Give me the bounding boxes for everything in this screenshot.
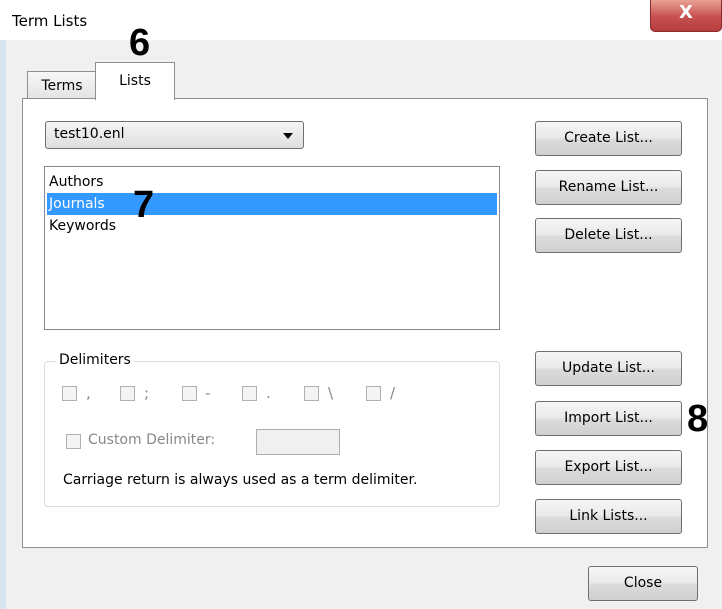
custom-delimiter-checkbox[interactable] <box>66 434 81 449</box>
delete-list-button[interactable]: Delete List... <box>535 218 682 253</box>
close-button[interactable]: Close <box>588 566 698 601</box>
export-list-button[interactable]: Export List... <box>535 450 682 485</box>
create-list-button[interactable]: Create List... <box>535 121 682 156</box>
library-dropdown-value: test10.enl <box>54 126 125 142</box>
delimiter-period-label: . <box>266 384 271 402</box>
chevron-down-icon <box>283 133 293 139</box>
delimiter-backslash-checkbox[interactable] <box>304 386 319 401</box>
callout-7: 7 <box>133 184 155 226</box>
window-title: Term Lists <box>12 12 88 30</box>
delimiter-backslash-label: \ <box>328 384 334 402</box>
rename-list-button[interactable]: Rename List... <box>535 170 682 205</box>
link-lists-button[interactable]: Link Lists... <box>535 499 682 534</box>
delimiter-period-checkbox[interactable] <box>242 386 257 401</box>
callout-6: 6 <box>129 22 151 64</box>
library-dropdown[interactable]: test10.enl <box>45 121 304 149</box>
delimiter-hyphen-label: - <box>205 384 211 402</box>
custom-delimiter-field[interactable] <box>256 429 340 455</box>
delimiter-hyphen-checkbox[interactable] <box>182 386 197 401</box>
list-item[interactable]: Authors <box>47 171 497 193</box>
delimiter-semicolon-label: ; <box>144 384 150 402</box>
term-lists-listbox[interactable]: Authors Journals Keywords <box>44 166 500 330</box>
window-close-button[interactable]: X <box>650 0 722 32</box>
delimiters-group-label: Delimiters <box>56 352 134 368</box>
window-frame-edge <box>0 40 6 609</box>
callout-8: 8 <box>687 398 709 440</box>
tab-lists[interactable]: Lists <box>95 62 175 100</box>
delimiter-comma-label: , <box>86 384 91 402</box>
delimiter-semicolon-checkbox[interactable] <box>120 386 135 401</box>
import-list-button[interactable]: Import List... <box>535 401 682 436</box>
delimiter-slash-label: / <box>390 384 396 402</box>
delimiter-note: Carriage return is always used as a term… <box>63 472 418 488</box>
tab-terms[interactable]: Terms <box>27 71 97 99</box>
delimiter-comma-checkbox[interactable] <box>62 386 77 401</box>
delimiter-slash-checkbox[interactable] <box>366 386 381 401</box>
list-item[interactable]: Journals <box>47 193 497 215</box>
list-item[interactable]: Keywords <box>47 215 497 237</box>
update-list-button[interactable]: Update List... <box>535 351 682 386</box>
title-bar: Term Lists X <box>0 0 722 40</box>
custom-delimiter-label: Custom Delimiter: <box>88 432 216 448</box>
